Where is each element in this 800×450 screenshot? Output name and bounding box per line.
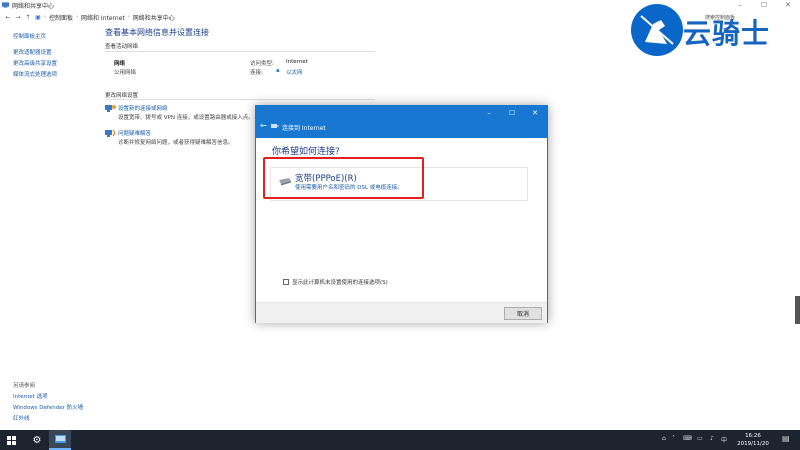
divider [105,51,375,52]
connection-label: 连接: [250,70,263,76]
breadcrumb-separator-icon: › [127,14,130,20]
show-unset-options-checkbox-row[interactable]: 显示此计算机未设置使用的连接选项(S) [283,278,388,286]
media-streaming-link[interactable]: 媒体流式处理选项 [13,70,57,78]
network-name: 网络 [114,61,126,67]
network-type: 公用网络 [114,70,137,76]
taskbar-clock[interactable]: 16:26 2019/11/20 [731,432,775,448]
windows-logo-icon [6,435,16,445]
see-also-heading: 另请参阅 [13,383,36,389]
start-button[interactable] [0,430,22,450]
forward-arrow-icon[interactable]: → [13,14,23,21]
clock-date: 2019/11/20 [737,441,769,447]
active-networks-heading: 查看活动网络 [105,44,139,50]
knight-logo-icon [631,4,683,56]
volume-icon[interactable]: ♪ [710,435,714,442]
keyboard-icon[interactable]: ⌨ [683,435,692,442]
firewall-link[interactable]: Windows Defender 防火墙 [13,403,83,411]
setup-connection-desc: 设置宽带、拨号或 VPN 连接，或设置路由器或接入点。 [118,115,254,121]
chevron-up-icon[interactable]: ˄ [672,435,675,442]
advanced-sharing-link[interactable]: 更改高级共享设置 [13,59,57,67]
page-title: 查看基本网络信息并设置连接 [105,28,209,37]
checkbox[interactable] [283,279,289,285]
maximize-button[interactable]: ☐ [501,107,523,119]
dialog-titlebar: ← 连接到 Internet – ☐ ✕ [256,106,547,138]
ethernet-icon: ▪ [276,68,280,74]
yunqishi-watermark: 搜索控制面板 云骑士 [625,2,790,62]
breadcrumb-separator-icon: › [76,14,79,20]
close-button[interactable]: ✕ [524,107,546,119]
adapter-settings-link[interactable]: 更改适配器设置 [13,48,52,56]
infrared-link[interactable]: 红外线 [13,414,30,422]
up-arrow-icon[interactable]: ↑ [23,14,33,21]
control-panel-taskbar-button[interactable] [49,430,71,450]
back-arrow-icon[interactable]: ← [3,14,13,21]
cancel-button[interactable]: 取消 [504,307,542,320]
taskbar: ⚙ ⌂ ˄ ⌨ ▭ ♪ 中 16:26 2019/11/20 ▤ [0,430,800,450]
access-type-value: Internet [286,59,308,65]
dialog-title: 连接到 Internet [282,125,326,132]
dialog-footer: 取消 [256,302,547,323]
minimize-button[interactable]: – [478,107,500,119]
new-connection-icon [105,105,116,112]
network-tray-icon[interactable]: ▭ [697,435,703,442]
control-panel-icon [54,435,66,443]
access-type-label: 访问类型: [250,61,274,67]
change-settings-heading: 更改网络设置 [105,93,139,99]
internet-options-link[interactable]: Internet 选项 [13,392,48,400]
connect-internet-dialog: ← 连接到 Internet – ☐ ✕ 你希望如何连接? 宽带(PPPoE)(… [255,105,548,323]
setup-connection-link[interactable]: 设置新的连接或网络 [118,104,168,112]
gear-icon: ⚙ [32,434,42,446]
troubleshoot-icon [105,129,116,137]
window-title: 网络和共享中心 [12,2,55,10]
side-scroll-handle[interactable] [795,296,800,324]
divider [105,99,375,100]
breadcrumb-control-panel[interactable]: 控制面板 [49,13,73,22]
back-arrow-icon[interactable]: ← [260,121,267,130]
breadcrumb-network-internet[interactable]: 网络和 Internet [81,13,125,22]
people-icon[interactable]: ⌂ [662,435,666,442]
network-center-icon [2,2,9,8]
highlight-box [263,157,424,199]
ethernet-link[interactable]: 以太网 [286,68,303,76]
ime-icon[interactable]: 中 [721,435,727,444]
left-navigation-pane: 控制面板主页 更改适配器设置 更改高级共享设置 媒体流式处理选项 另请参阅 In… [0,24,100,430]
control-panel-home-link[interactable]: 控制面板主页 [13,32,46,40]
breadcrumb-separator-icon: › [44,14,46,20]
notification-icon[interactable]: ▤ [782,434,790,443]
connection-icon [271,124,279,128]
checkbox-label: 显示此计算机未设置使用的连接选项(S) [292,280,388,286]
watermark-logo-text: 云骑士 [683,17,771,50]
troubleshoot-desc: 诊断并修复网络问题，或者获得疑难解答信息。 [118,140,234,146]
dialog-question: 你希望如何连接? [272,147,340,157]
control-panel-icon: ▣ [35,13,41,21]
breadcrumb-network-center[interactable]: 网络和共享中心 [133,13,175,22]
clock-time: 16:26 [745,433,761,439]
troubleshoot-link[interactable]: 问题疑难解答 [118,129,151,137]
settings-taskbar-button[interactable]: ⚙ [26,430,48,450]
